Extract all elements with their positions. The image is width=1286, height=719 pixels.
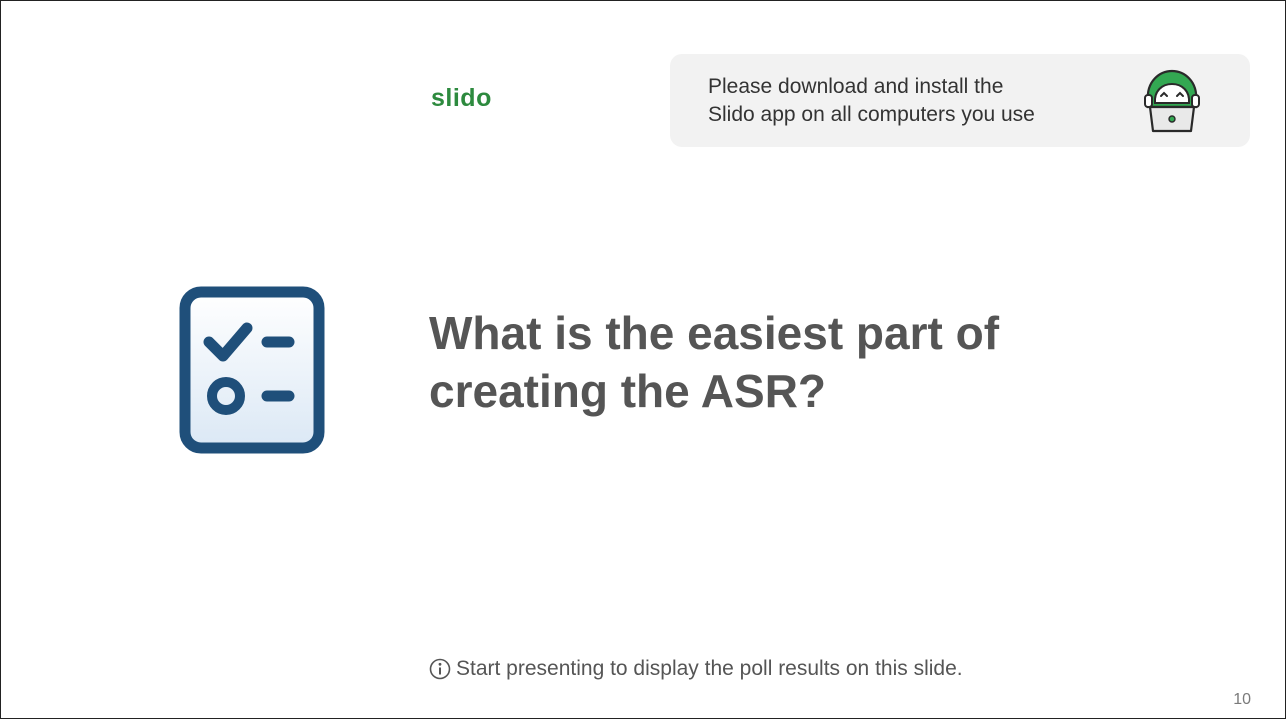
presenting-hint: Start presenting to display the poll res… [429,657,963,681]
question-line-2: creating the ASR? [429,365,827,417]
banner-text: Please download and install the Slido ap… [708,73,1035,129]
slido-logo: slido [431,84,492,112]
poll-question: What is the easiest part of creating the… [429,304,1189,420]
banner-line-1: Please download and install the [708,75,1004,98]
install-app-banner: Please download and install the Slido ap… [670,54,1250,147]
banner-line-2: Slido app on all computers you use [708,103,1035,126]
poll-checklist-icon [179,286,325,454]
question-line-1: What is the easiest part of [429,307,1000,359]
slide: slido Please download and install the Sl… [0,0,1286,719]
slido-mascot-laptop-icon [1144,69,1200,133]
info-icon [429,658,451,680]
hint-text: Start presenting to display the poll res… [456,657,963,680]
slide-number: 10 [1233,691,1251,708]
